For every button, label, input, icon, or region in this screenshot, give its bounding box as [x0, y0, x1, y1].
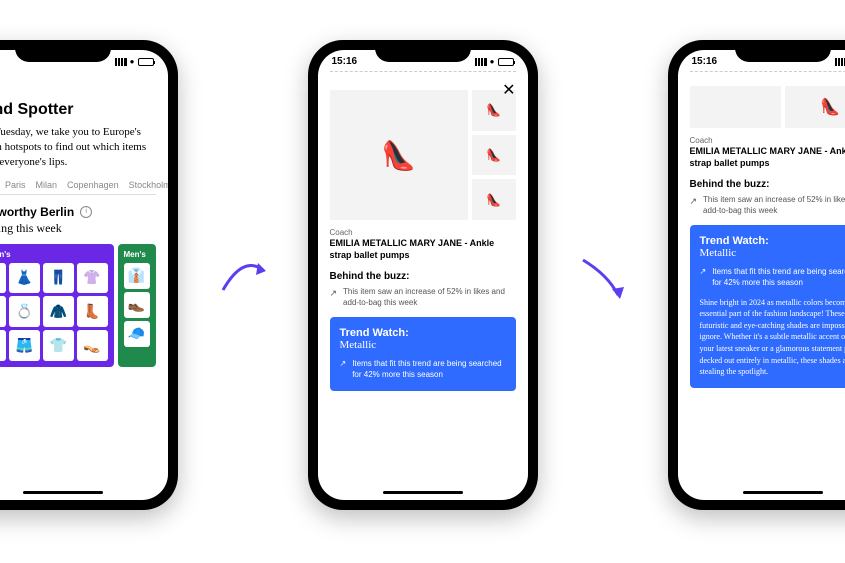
phone-mockup-3: 15:16 ✕ 👠 Coach EMILIA METALLIC MARY JAN… [668, 40, 845, 510]
buzz-stat: This item saw an increase of 52% in like… [343, 287, 515, 309]
mens-grid: Men's 👔 👞 🧢 [118, 244, 156, 367]
trend-up-icon: ↗ [340, 359, 347, 370]
flow-arrow-icon [218, 245, 268, 305]
back-button[interactable]: ← [0, 69, 156, 95]
womens-grid: Women's 👜 👗 👖 👚 👠 💍 🧥 👢 👘 🩳 👕 👡 [0, 244, 114, 367]
trend-up-icon: ↗ [690, 195, 698, 207]
product-image-thumb[interactable]: 👠 [785, 86, 845, 128]
notch [15, 40, 111, 62]
divider [330, 71, 516, 72]
product-thumb[interactable]: 🧢 [124, 321, 150, 347]
intro-text: Each Tuesday, we take you to Europe's fa… [0, 125, 156, 170]
status-time: 15:16 [692, 56, 718, 67]
battery-icon [498, 58, 514, 66]
screen-2: 15:16 ✕ 👠 👠 👠 👠 Coach EMILIA METALLIC MA… [318, 50, 528, 500]
buzz-stat: This item saw an increase of 52% in like… [703, 195, 845, 217]
trend-name: Metallic [700, 247, 845, 259]
page-title: Trend Spotter [0, 101, 156, 119]
notch [735, 40, 831, 62]
product-image-thumb[interactable] [690, 86, 781, 128]
trend-up-icon: ↗ [330, 287, 338, 299]
product-thumb[interactable]: 👕 [43, 330, 74, 361]
product-image-thumb[interactable]: 👠 [472, 135, 516, 176]
product-thumb[interactable]: 👞 [124, 292, 150, 318]
city-tabs: Berlin Paris Milan Copenhagen Stockholm [0, 180, 156, 195]
trend-stat: Items that fit this trend are being sear… [352, 359, 505, 381]
wifi-icon [490, 56, 495, 67]
home-indicator[interactable] [743, 491, 823, 494]
trend-name: Metallic [340, 339, 506, 351]
tab-milan[interactable]: Milan [36, 180, 58, 190]
status-icons [115, 56, 154, 67]
product-thumb[interactable]: 👚 [77, 263, 108, 294]
product-thumb[interactable]: 💍 [9, 296, 40, 327]
screen-3: 15:16 ✕ 👠 Coach EMILIA METALLIC MARY JAN… [678, 50, 845, 500]
status-icons [475, 56, 514, 67]
trend-title: Trend Watch: [700, 235, 845, 247]
signal-icon [115, 58, 127, 66]
trend-watch-card[interactable]: Trend Watch: Metallic ↗ Items that fit t… [330, 317, 516, 391]
womens-label: Women's [0, 250, 108, 259]
signal-icon [475, 58, 487, 66]
screen-1: 15:16 ← Trend Spotter Each Tuesday, we t… [0, 50, 168, 500]
notch [375, 40, 471, 62]
buzz-heading: Behind the buzz: [690, 179, 845, 190]
trend-watch-card: Trend Watch: Metallic ↗ Items that fit t… [690, 225, 845, 388]
product-brand: Coach [690, 136, 845, 145]
product-thumb[interactable]: 👡 [77, 330, 108, 361]
trend-title: Trend Watch: [340, 327, 506, 339]
product-thumb[interactable]: 👜 [0, 263, 6, 294]
mens-label: Men's [124, 250, 150, 259]
status-time: 15:16 [332, 56, 358, 67]
product-thumb[interactable]: 👘 [0, 330, 6, 361]
flow-arrow-icon [578, 245, 628, 305]
trend-stat: Items that fit this trend are being sear… [712, 267, 845, 289]
divider [690, 71, 845, 72]
product-brand: Coach [330, 228, 516, 237]
info-icon[interactable]: i [80, 206, 92, 218]
signal-icon [835, 58, 845, 66]
tab-copenhagen[interactable]: Copenhagen [67, 180, 119, 190]
status-icons [835, 56, 845, 67]
product-thumb[interactable]: 👢 [77, 296, 108, 327]
product-image-thumb[interactable]: 👠 [472, 179, 516, 220]
battery-icon [138, 58, 154, 66]
phone-mockup-1: 15:16 ← Trend Spotter Each Tuesday, we t… [0, 40, 178, 510]
product-thumb[interactable]: 🧥 [43, 296, 74, 327]
product-name: EMILIA METALLIC MARY JANE - Ankle strap … [690, 146, 845, 169]
wifi-icon [130, 56, 135, 67]
product-thumb[interactable]: 👠 [0, 296, 6, 327]
home-indicator[interactable] [23, 491, 103, 494]
section-title: Buzzworthy Berlin [0, 205, 74, 219]
product-thumb[interactable]: 👖 [43, 263, 74, 294]
trend-up-icon: ↗ [700, 267, 707, 278]
product-name: EMILIA METALLIC MARY JANE - Ankle strap … [330, 238, 516, 261]
tab-paris[interactable]: Paris [5, 180, 26, 190]
product-thumb[interactable]: 👔 [124, 263, 150, 289]
close-button[interactable]: ✕ [502, 80, 515, 100]
section-subtitle: Trending this week [0, 221, 156, 236]
buzz-heading: Behind the buzz: [330, 271, 516, 282]
product-image-main[interactable]: 👠 [330, 90, 468, 220]
product-thumb[interactable]: 🩳 [9, 330, 40, 361]
home-indicator[interactable] [383, 491, 463, 494]
tab-stockholm[interactable]: Stockholm [129, 180, 168, 190]
trend-body: Shine bright in 2024 as metallic colors … [700, 297, 845, 378]
phone-mockup-2: 15:16 ✕ 👠 👠 👠 👠 Coach EMILIA METALLIC MA… [308, 40, 538, 510]
product-thumb[interactable]: 👗 [9, 263, 40, 294]
